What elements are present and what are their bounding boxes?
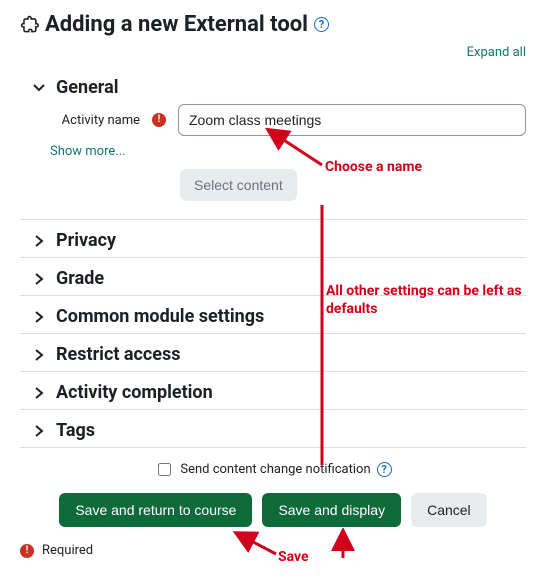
activity-name-input[interactable] (178, 104, 526, 136)
save-display-button[interactable]: Save and display (262, 493, 401, 527)
chevron-down-icon (32, 82, 46, 94)
help-icon[interactable]: ? (377, 462, 392, 477)
activity-name-label: Activity name (50, 113, 140, 128)
section-general[interactable]: General (20, 66, 526, 104)
section-general-title: General (56, 77, 119, 98)
chevron-right-icon (32, 425, 46, 437)
section-title: Restrict access (56, 344, 181, 365)
section-title: Activity completion (56, 382, 213, 403)
section-title: Tags (56, 420, 95, 441)
chevron-right-icon (32, 387, 46, 399)
chevron-right-icon (32, 273, 46, 285)
page-title: Adding a new External tool ? (20, 12, 526, 37)
cancel-button[interactable]: Cancel (411, 493, 487, 527)
show-more-link[interactable]: Show more... (50, 144, 526, 159)
chevron-right-icon (32, 311, 46, 323)
chevron-right-icon (32, 235, 46, 247)
section-grade[interactable]: Grade (20, 257, 526, 295)
help-icon[interactable]: ? (314, 17, 329, 32)
page-title-text: Adding a new External tool (45, 12, 308, 37)
save-return-button[interactable]: Save and return to course (59, 493, 252, 527)
section-activity-completion[interactable]: Activity completion (20, 371, 526, 409)
plugin-icon (20, 15, 39, 34)
select-content-button: Select content (180, 169, 297, 201)
section-tags[interactable]: Tags (20, 409, 526, 447)
chevron-right-icon (32, 349, 46, 361)
section-common-module[interactable]: Common module settings (20, 295, 526, 333)
notify-checkbox[interactable] (158, 463, 171, 476)
required-text: Required (42, 543, 93, 558)
section-privacy[interactable]: Privacy (20, 219, 526, 257)
section-title: Grade (56, 268, 104, 289)
expand-all-link[interactable]: Expand all (467, 45, 526, 60)
notify-label: Send content change notification (180, 462, 370, 477)
section-title: Common module settings (56, 306, 264, 327)
required-icon: ! (20, 544, 34, 558)
section-title: Privacy (56, 230, 116, 251)
section-restrict-access[interactable]: Restrict access (20, 333, 526, 371)
required-icon: ! (152, 113, 166, 127)
